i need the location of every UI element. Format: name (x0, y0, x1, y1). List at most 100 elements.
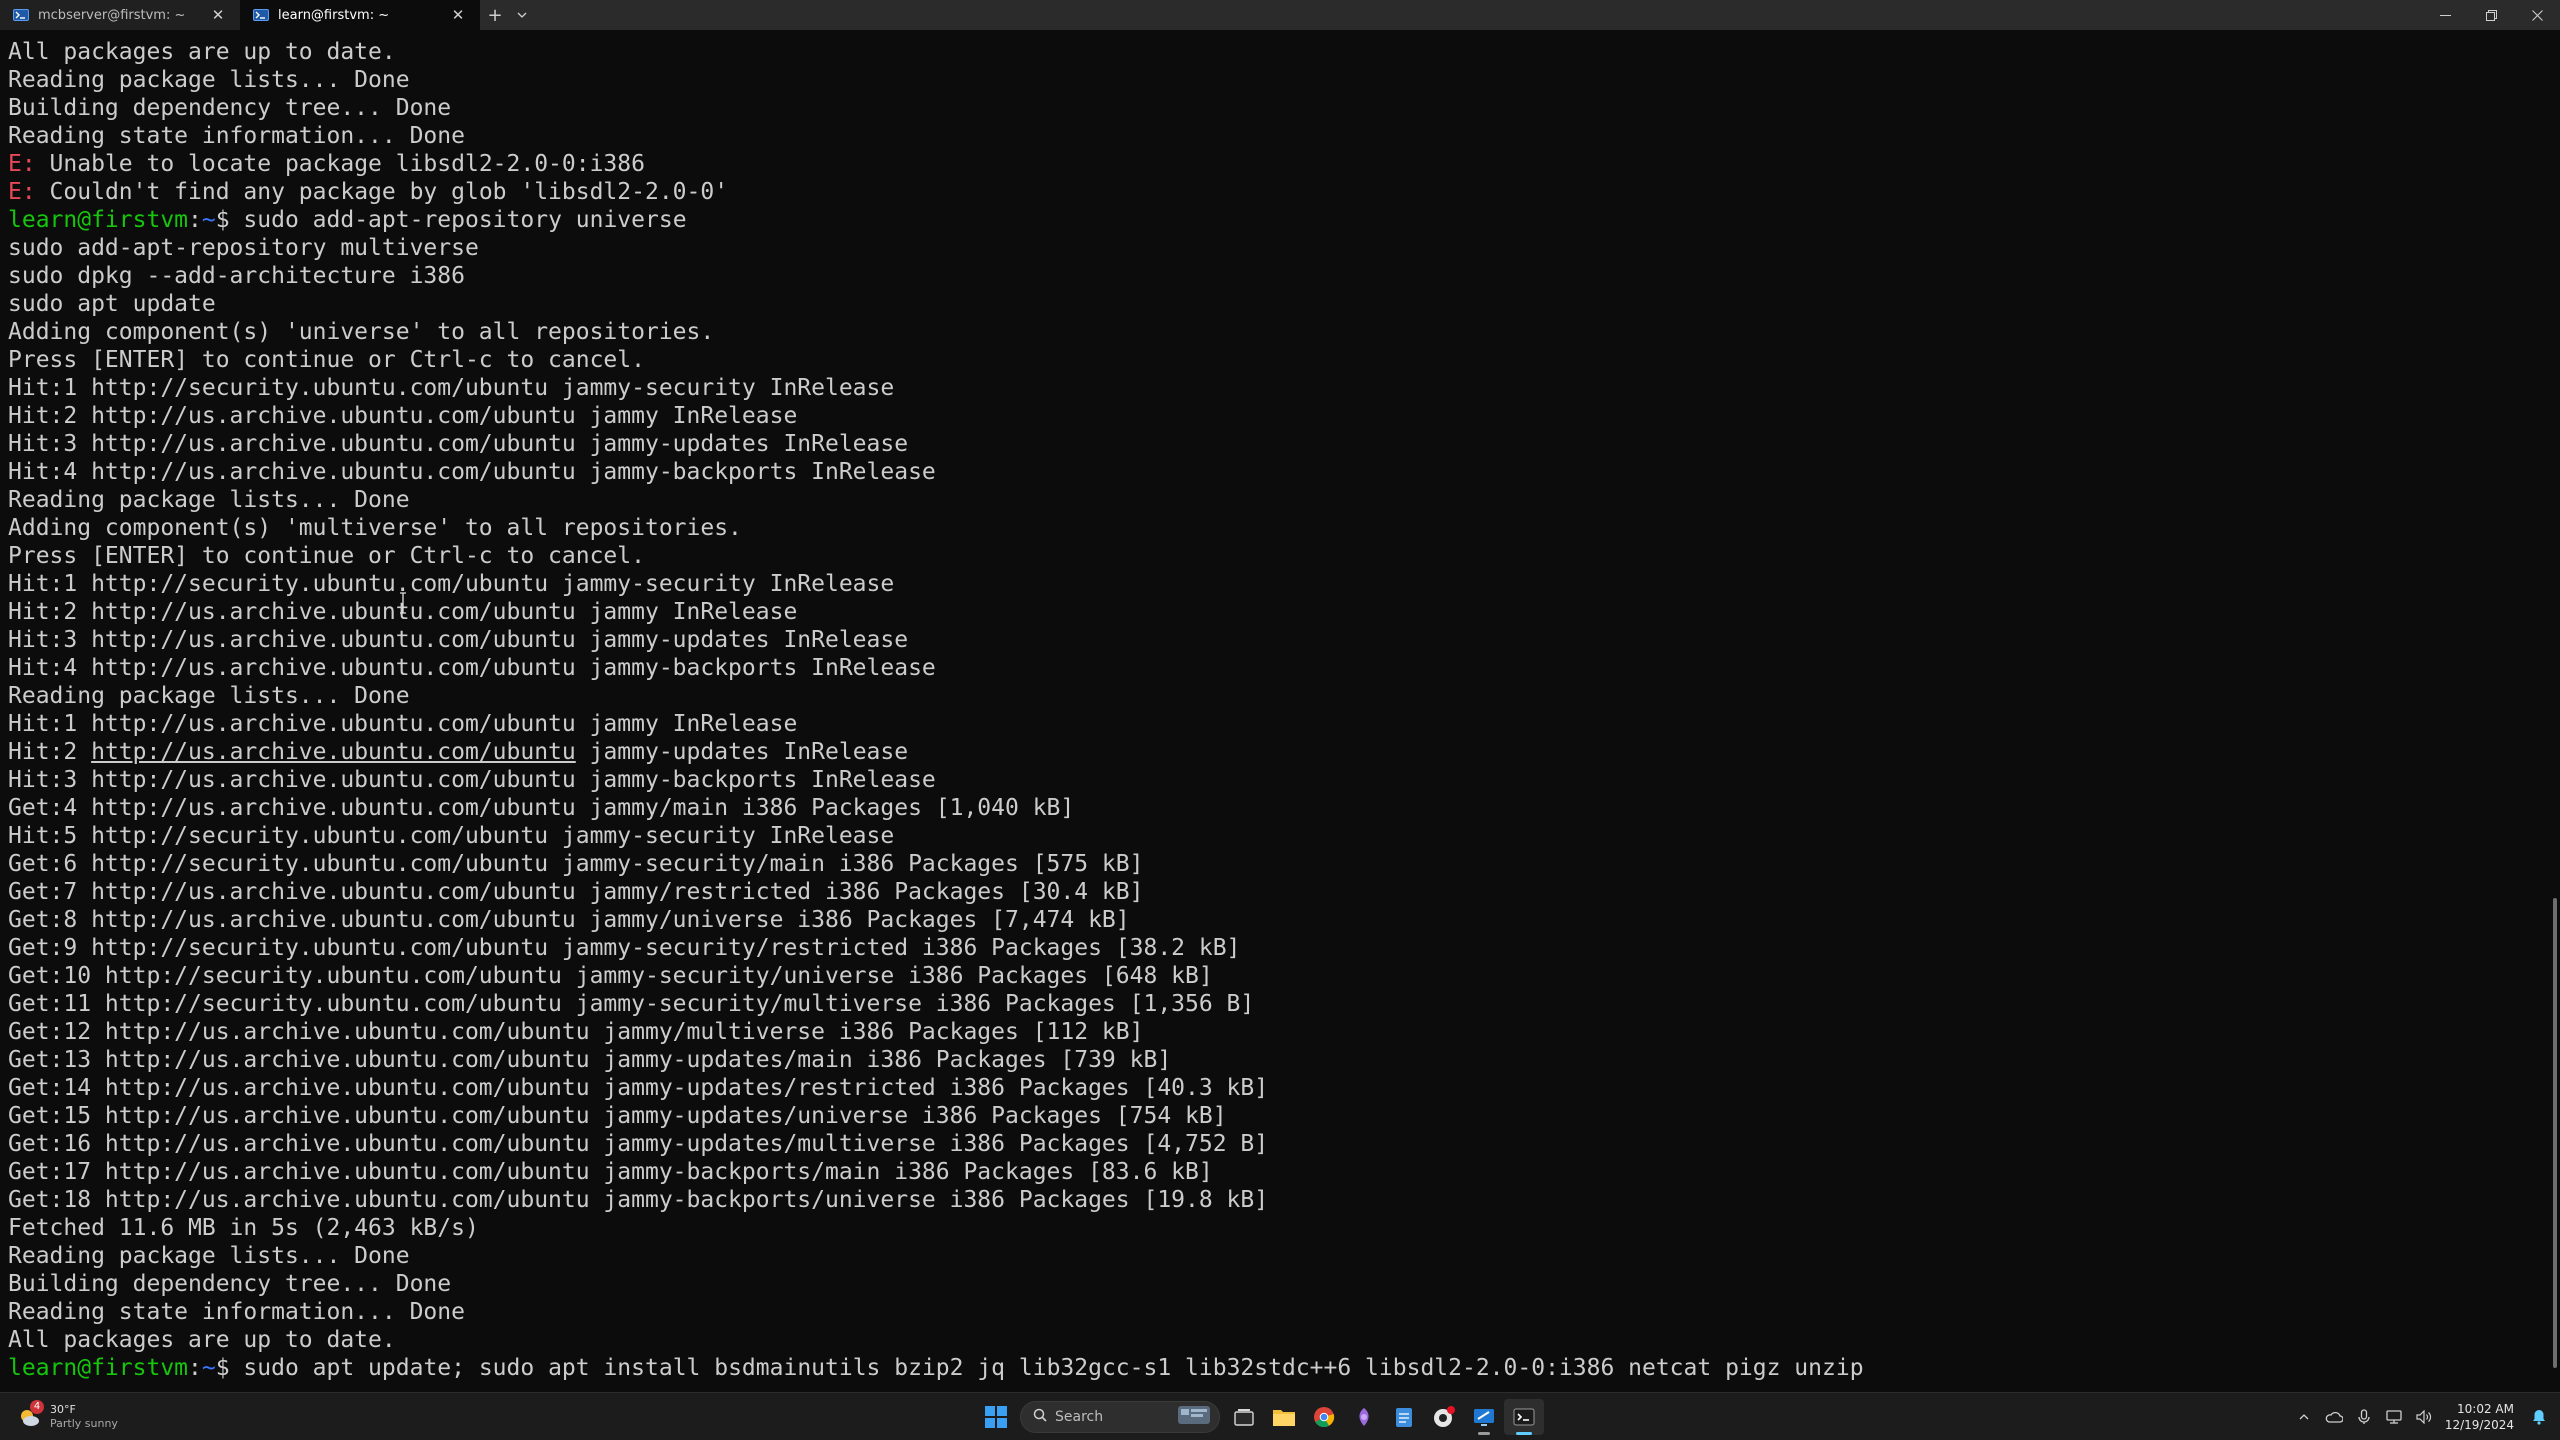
terminal-text: Hit:1 http://security.ubuntu.com/ubuntu … (8, 375, 895, 401)
terminal-text: Press [ENTER] to continue or Ctrl-c to c… (8, 543, 645, 569)
taskbar-search[interactable]: Search (1020, 1401, 1220, 1433)
terminal-line: sudo apt update (8, 290, 2528, 318)
terminal-line: Reading package lists... Done (8, 682, 2528, 710)
taskbar-apps: Search (976, 1399, 1544, 1435)
terminal-text: Get:7 http://us.archive.ubuntu.com/ubunt… (8, 879, 1144, 905)
terminal-text: Unable to locate package libsdl2-2.0-0:i… (35, 151, 645, 177)
app-red-icon[interactable] (1424, 1399, 1464, 1435)
terminal-text: Get:13 http://us.archive.ubuntu.com/ubun… (8, 1047, 1172, 1073)
terminal-link[interactable]: http://us.archive.ubuntu.com/ubuntu (91, 739, 576, 765)
terminal-tab-icon (12, 8, 30, 22)
microphone-icon[interactable] (2349, 1401, 2379, 1433)
terminal-line: Hit:4 http://us.archive.ubuntu.com/ubunt… (8, 654, 2528, 682)
tab-title: mcbserver@firstvm: ~ (38, 7, 186, 23)
tab-learn[interactable]: learn@firstvm: ~ ✕ (240, 0, 480, 30)
terminal-text: E: (8, 151, 36, 177)
terminal-line: Press [ENTER] to continue or Ctrl-c to c… (8, 346, 2528, 374)
clock-time: 10:02 AM (2457, 1402, 2514, 1416)
tab-mcbserver[interactable]: mcbserver@firstvm: ~ ✕ (0, 0, 240, 30)
chrome-icon[interactable] (1304, 1399, 1344, 1435)
terminal-line: Hit:2 http://us.archive.ubuntu.com/ubunt… (8, 402, 2528, 430)
terminal-line: Hit:2 http://us.archive.ubuntu.com/ubunt… (8, 738, 2528, 766)
terminal-line: Adding component(s) 'universe' to all re… (8, 318, 2528, 346)
terminal-icon[interactable] (1504, 1399, 1544, 1435)
terminal-text: : (188, 1355, 202, 1381)
terminal-text: Get:14 http://us.archive.ubuntu.com/ubun… (8, 1075, 1269, 1101)
terminal-text: Get:15 http://us.archive.ubuntu.com/ubun… (8, 1103, 1227, 1129)
terminal-line: sudo dpkg --add-architecture i386 (8, 262, 2528, 290)
weather-widget[interactable]: 4 30°F Partly sunny (16, 1399, 118, 1435)
terminal-text: Hit:2 http://us.archive.ubuntu.com/ubunt… (8, 403, 798, 429)
terminal-text: Hit:2 (8, 739, 92, 765)
terminal-line: Hit:5 http://security.ubuntu.com/ubuntu … (8, 822, 2528, 850)
terminal-line: Get:17 http://us.archive.ubuntu.com/ubun… (8, 1158, 2528, 1186)
search-icon (1033, 1408, 1047, 1426)
onedrive-icon[interactable] (2319, 1401, 2349, 1433)
terminal-line: All packages are up to date. (8, 1326, 2528, 1354)
terminal-text: jammy-updates InRelease (575, 739, 909, 765)
remote-desktop-icon[interactable] (1464, 1399, 1504, 1435)
terminal-text: All packages are up to date. (8, 1327, 396, 1353)
terminal-line: Hit:3 http://us.archive.ubuntu.com/ubunt… (8, 430, 2528, 458)
title-bar: mcbserver@firstvm: ~ ✕ learn@firstvm: ~ … (0, 0, 2560, 30)
terminal-line: Get:15 http://us.archive.ubuntu.com/ubun… (8, 1102, 2528, 1130)
terminal-text: sudo apt update (8, 291, 216, 317)
weather-temp: 30°F (50, 1403, 76, 1416)
network-icon[interactable] (2379, 1401, 2409, 1433)
terminal-text: ~ (201, 207, 216, 233)
terminal-text: Reading package lists... Done (8, 487, 410, 513)
terminal-text: Hit:1 http://security.ubuntu.com/ubuntu … (8, 571, 895, 597)
terminal-line: Reading state information... Done (8, 122, 2528, 150)
tab-title: learn@firstvm: ~ (278, 7, 390, 23)
terminal-text: Hit:1 http://us.archive.ubuntu.com/ubunt… (8, 711, 798, 737)
restore-button[interactable] (2468, 0, 2514, 30)
terminal-text: All packages are up to date. (8, 39, 396, 65)
taskbar: 4 30°F Partly sunny Search 10:02 AM 12/1… (0, 1392, 2560, 1440)
terminal-pane[interactable]: All packages are up to date. Reading pack… (0, 30, 2560, 1392)
terminal-text: Get:17 http://us.archive.ubuntu.com/ubun… (8, 1159, 1213, 1185)
terminal-text: E: (8, 179, 36, 205)
weather-sun-icon: 4 (16, 1400, 44, 1430)
chevron-down-icon[interactable] (510, 0, 534, 30)
terminal-text: Get:8 http://us.archive.ubuntu.com/ubunt… (8, 907, 1130, 933)
terminal-text: Get:9 http://security.ubuntu.com/ubuntu … (8, 935, 1241, 961)
close-icon[interactable]: ✕ (448, 5, 468, 25)
terminal-line: E: Unable to locate package libsdl2-2.0-… (8, 150, 2528, 178)
file-explorer-icon[interactable] (1264, 1399, 1304, 1435)
terminal-line: Hit:3 http://us.archive.ubuntu.com/ubunt… (8, 766, 2528, 794)
terminal-text: Reading package lists... Done (8, 1243, 410, 1269)
terminal-line: Hit:4 http://us.archive.ubuntu.com/ubunt… (8, 458, 2528, 486)
terminal-line: Building dependency tree... Done (8, 1270, 2528, 1298)
scrollbar-thumb[interactable] (2553, 898, 2557, 1368)
terminal-text: Couldn't find any package by glob 'libsd… (35, 179, 729, 205)
terminal-text: Hit:4 http://us.archive.ubuntu.com/ubunt… (8, 655, 936, 681)
terminal-line: Get:9 http://security.ubuntu.com/ubuntu … (8, 934, 2528, 962)
terminal-text: Hit:4 http://us.archive.ubuntu.com/ubunt… (8, 459, 936, 485)
volume-icon[interactable] (2409, 1401, 2439, 1433)
start-button[interactable] (976, 1399, 1016, 1435)
copilot-icon[interactable] (1344, 1399, 1384, 1435)
weather-badge: 4 (30, 1400, 44, 1414)
terminal-line: Get:11 http://security.ubuntu.com/ubuntu… (8, 990, 2528, 1018)
minimize-button[interactable] (2422, 0, 2468, 30)
close-icon[interactable]: ✕ (208, 5, 228, 25)
terminal-text: Hit:3 http://us.archive.ubuntu.com/ubunt… (8, 767, 936, 793)
text-cursor-icon (400, 592, 406, 614)
notepad-icon[interactable] (1384, 1399, 1424, 1435)
new-tab-button[interactable]: + (480, 0, 510, 30)
terminal-line: learn@firstvm:~$ sudo apt update; sudo a… (8, 1354, 2528, 1382)
terminal-line: Get:4 http://us.archive.ubuntu.com/ubunt… (8, 794, 2528, 822)
terminal-text: Hit:5 http://security.ubuntu.com/ubuntu … (8, 823, 895, 849)
terminal-line: Reading package lists... Done (8, 66, 2528, 94)
notification-bell-icon[interactable] (2524, 1401, 2554, 1433)
terminal-tab-icon (252, 8, 270, 22)
task-view-icon[interactable] (1224, 1399, 1264, 1435)
terminal-line: Get:14 http://us.archive.ubuntu.com/ubun… (8, 1074, 2528, 1102)
chevron-up-icon[interactable] (2289, 1401, 2319, 1433)
close-window-button[interactable] (2514, 0, 2560, 30)
search-placeholder: Search (1055, 1409, 1104, 1425)
terminal-text: Press [ENTER] to continue or Ctrl-c to c… (8, 347, 645, 373)
clock[interactable]: 10:02 AM 12/19/2024 (2445, 1401, 2514, 1433)
terminal-line: sudo add-apt-repository multiverse (8, 234, 2528, 262)
scrollbar[interactable] (2548, 30, 2560, 1392)
